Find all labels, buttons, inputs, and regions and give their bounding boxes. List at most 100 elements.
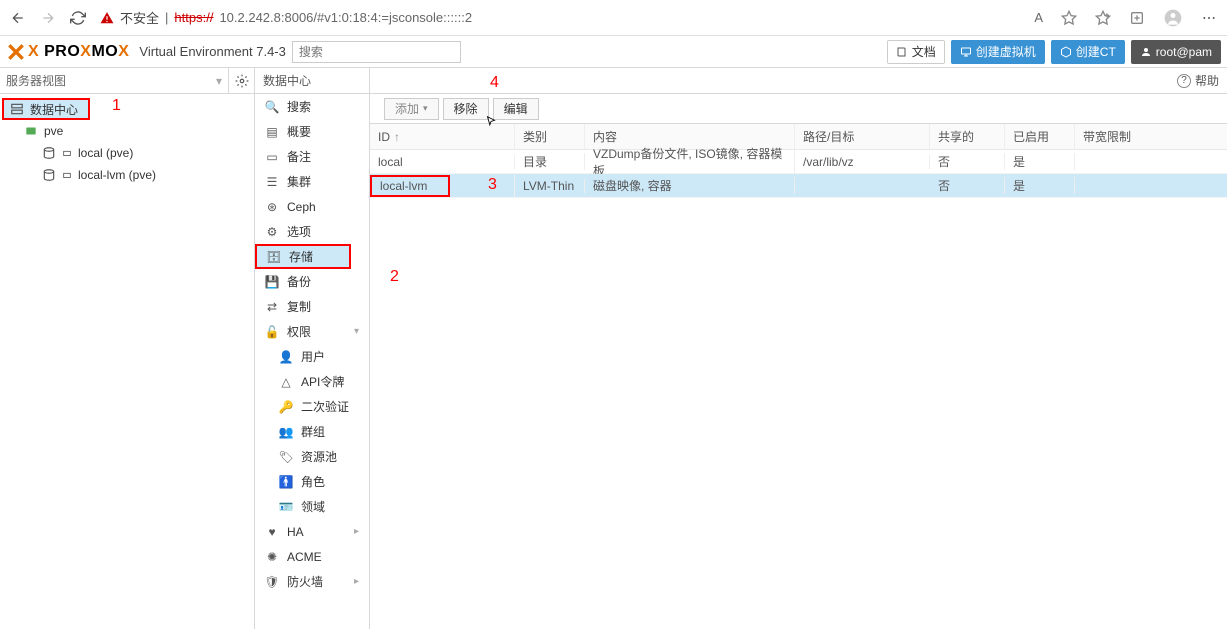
cell-id: local-lvm <box>370 175 515 197</box>
url-path: 10.2.242.8:8006/#v1:0:18:4:=jsconsole:::… <box>219 10 472 25</box>
annotation-1: 1 <box>112 97 121 115</box>
disk-icon <box>42 168 56 182</box>
menu-backup[interactable]: 💾备份 <box>255 269 369 294</box>
edit-button[interactable]: 编辑 <box>493 98 539 120</box>
table-row[interactable]: local 目录 VZDump备份文件, ISO镜像, 容器模板 /var/li… <box>370 150 1227 174</box>
group-icon: 👥 <box>279 425 293 439</box>
cell-enabled: 是 <box>1005 177 1075 194</box>
collections-icon[interactable] <box>1129 10 1145 26</box>
cell-shared: 否 <box>930 177 1005 194</box>
menu-search[interactable]: 🔍搜索 <box>255 94 369 119</box>
search-icon: 🔍 <box>265 100 279 114</box>
person-icon: 🚹 <box>279 475 293 489</box>
favorites-icon[interactable] <box>1095 10 1111 26</box>
menu-cluster[interactable]: ☰集群 <box>255 169 369 194</box>
hdd-icon <box>62 148 72 158</box>
menu-realms[interactable]: 🪪领域 <box>255 494 369 519</box>
book-icon: ▤ <box>265 125 279 139</box>
back-icon[interactable] <box>10 10 26 26</box>
user-icon <box>1140 46 1152 58</box>
user-button[interactable]: root@pam <box>1131 40 1221 64</box>
profile-icon[interactable] <box>1163 8 1183 28</box>
cell-enabled: 是 <box>1005 153 1075 170</box>
star-icon[interactable] <box>1061 10 1077 26</box>
cell-id: local <box>370 155 515 169</box>
table-row[interactable]: local-lvm LVM-Thin 磁盘映像, 容器 否 是 3 <box>370 174 1227 198</box>
menu-summary[interactable]: ▤概要 <box>255 119 369 144</box>
storage-toolbar: 添加▾ 移除 编辑 4 <box>370 94 1227 124</box>
col-shared[interactable]: 共享的 <box>930 124 1005 149</box>
tree-storage-local-lvm[interactable]: local-lvm (pve) <box>0 164 254 186</box>
sync-icon: ⇄ <box>265 300 279 314</box>
menu-tfa[interactable]: 🔑二次验证 <box>255 394 369 419</box>
search-input[interactable] <box>292 41 461 63</box>
font-indicator[interactable]: A <box>1034 10 1043 25</box>
disk-icon <box>42 146 56 160</box>
shield-icon: 🛡 <box>265 575 279 589</box>
chevron-down-icon: ▾ <box>354 326 359 337</box>
logo-icon <box>6 42 26 62</box>
menu-replication[interactable]: ⇄复制 <box>255 294 369 319</box>
tree-storage-local[interactable]: local (pve) <box>0 142 254 164</box>
tree-settings-button[interactable] <box>228 68 254 94</box>
help-icon: ? <box>1177 74 1191 88</box>
col-path[interactable]: 路径/目标 <box>795 124 930 149</box>
col-bw[interactable]: 带宽限制 <box>1075 124 1227 149</box>
table-header: ID ↑ 类别 内容 路径/目标 共享的 已启用 带宽限制 <box>370 124 1227 150</box>
cell-path: /var/lib/vz <box>795 155 930 169</box>
tree-node-pve[interactable]: pve <box>0 120 254 142</box>
add-button[interactable]: 添加▾ <box>384 98 439 120</box>
storage-table: ID ↑ 类别 内容 路径/目标 共享的 已启用 带宽限制 local 目录 V… <box>370 124 1227 198</box>
key-icon: 🔑 <box>279 400 293 414</box>
menu-roles[interactable]: 🚹角色 <box>255 469 369 494</box>
menu-groups[interactable]: 👥群组 <box>255 419 369 444</box>
tree-datacenter[interactable]: 数据中心 <box>2 98 90 120</box>
cell-content: 磁盘映像, 容器 <box>585 177 795 194</box>
breadcrumb: 数据中心 <box>255 68 369 94</box>
cert-icon: ✺ <box>265 550 279 564</box>
create-vm-button[interactable]: 创建虚拟机 <box>951 40 1045 64</box>
forward-icon[interactable] <box>40 10 56 26</box>
menu-acme[interactable]: ✺ACME <box>255 544 369 569</box>
menu-ceph[interactable]: ⊛Ceph <box>255 194 369 219</box>
node-icon <box>24 124 38 138</box>
floppy-icon: 💾 <box>265 275 279 289</box>
hdd-icon <box>62 170 72 180</box>
content-panel: ?帮助 添加▾ 移除 编辑 4 ID ↑ 类别 内容 路径/目标 共享的 已启用… <box>370 68 1227 629</box>
view-selector[interactable]: 服务器视图▾ <box>0 68 228 93</box>
menu-pools[interactable]: 🏷资源池 <box>255 444 369 469</box>
remove-button[interactable]: 移除 <box>443 98 489 120</box>
tag-icon: 🏷 <box>279 450 293 464</box>
config-menu-panel: 数据中心 🔍搜索 ▤概要 ▭备注 ☰集群 ⊛Ceph ⚙选项 🗄存储 💾备份 ⇄… <box>255 68 370 629</box>
menu-options[interactable]: ⚙选项 <box>255 219 369 244</box>
menu-ha[interactable]: ♥HA▸ <box>255 519 369 544</box>
warning-icon <box>100 11 114 25</box>
version-label: Virtual Environment 7.4-3 <box>139 44 285 59</box>
menu-permissions[interactable]: 🔓权限▾ <box>255 319 369 344</box>
menu-storage[interactable]: 🗄存储 <box>255 244 351 269</box>
address-bar[interactable]: 不安全 | https://10.2.242.8:8006/#v1:0:18:4… <box>100 8 472 27</box>
menu-users[interactable]: 👤用户 <box>255 344 369 369</box>
url-scheme: https:// <box>174 10 213 25</box>
unlock-icon: 🔓 <box>265 325 279 339</box>
docs-button[interactable]: 文档 <box>887 40 945 64</box>
col-enabled[interactable]: 已启用 <box>1005 124 1075 149</box>
note-icon: ▭ <box>265 150 279 164</box>
resource-tree-panel: 服务器视图▾ 数据中心 1 pve local (pve) local-lvm … <box>0 68 255 629</box>
menu-notes[interactable]: ▭备注 <box>255 144 369 169</box>
app-header: X PROXMOX Virtual Environment 7.4-3 文档 创… <box>0 36 1227 68</box>
create-ct-button[interactable]: 创建CT <box>1051 40 1125 64</box>
cell-type: 目录 <box>515 153 585 170</box>
help-button[interactable]: ?帮助 <box>1177 72 1219 89</box>
logo: X PROXMOX <box>6 42 129 62</box>
menu-api-tokens[interactable]: △API令牌 <box>255 369 369 394</box>
cursor-icon <box>484 115 498 129</box>
refresh-icon[interactable] <box>70 10 86 26</box>
col-type[interactable]: 类别 <box>515 124 585 149</box>
menu-dots-icon[interactable] <box>1201 10 1217 26</box>
cell-shared: 否 <box>930 153 1005 170</box>
chevron-right-icon: ▸ <box>354 526 359 537</box>
key-icon: △ <box>279 375 293 389</box>
menu-firewall[interactable]: 🛡防火墙▸ <box>255 569 369 594</box>
heartbeat-icon: ♥ <box>265 525 279 539</box>
